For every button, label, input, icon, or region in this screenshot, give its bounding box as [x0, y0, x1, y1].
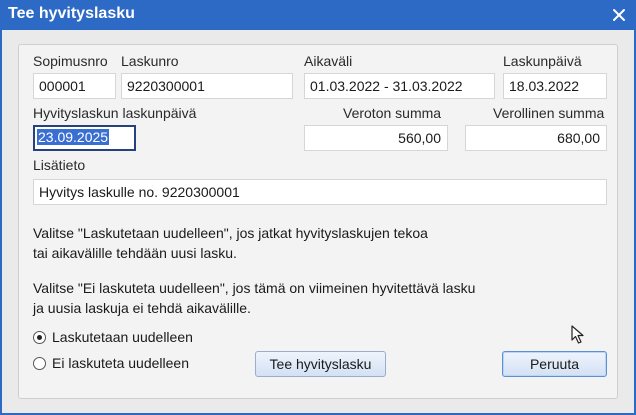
info-line-3: Valitse "Ei laskuteta uudelleen", jos tä…	[33, 280, 476, 296]
dialog-window: Tee hyvityslasku Sopimusnro Laskunro Aik…	[0, 0, 636, 415]
net-sum-field[interactable]: 560,00	[304, 125, 448, 151]
credit-invoice-date-field[interactable]: 23.09.2025	[33, 125, 136, 151]
gross-sum-label: Verollinen summa	[493, 105, 605, 121]
contract-label: Sopimusnro	[33, 53, 108, 69]
title-bar[interactable]: Tee hyvityslasku	[0, 0, 636, 30]
extra-info-label: Lisätieto	[33, 157, 86, 173]
dialog-body: Sopimusnro Laskunro Aikaväli Laskunpäivä…	[2, 30, 634, 413]
radio-no-rebill-label: Ei laskuteta uudelleen	[52, 355, 189, 371]
contract-field[interactable]: 000001	[33, 73, 116, 99]
invoice-date-field[interactable]: 18.03.2022	[503, 73, 607, 99]
info-line-1: Valitse "Laskutetaan uudelleen", jos jat…	[33, 225, 428, 241]
gross-sum-field[interactable]: 680,00	[465, 125, 607, 151]
info-line-4: ja uusia laskuja ei tehdä aikavälille.	[33, 300, 251, 316]
extra-info-field[interactable]: Hyvitys laskulle no. 9220300001	[33, 179, 607, 205]
radio-rebill-label: Laskutetaan uudelleen	[52, 329, 193, 345]
invoice-no-label: Laskunro	[121, 53, 179, 69]
selected-date-text: 23.09.2025	[37, 129, 110, 145]
radio-no-rebill-circle[interactable]	[33, 356, 46, 370]
invoice-no-field[interactable]: 9220300001	[121, 73, 293, 99]
close-icon[interactable]	[606, 2, 632, 28]
radio-rebill-circle[interactable]	[33, 330, 46, 344]
period-field[interactable]: 01.03.2022 - 31.03.2022	[304, 73, 495, 99]
create-credit-invoice-button[interactable]: Tee hyvityslasku	[255, 351, 386, 377]
info-line-2: tai aikavälille tehdään uusi lasku.	[33, 245, 237, 261]
form-panel: Sopimusnro Laskunro Aikaväli Laskunpäivä…	[18, 44, 618, 399]
mouse-pointer-icon	[571, 325, 585, 348]
radio-no-rebill[interactable]: Ei laskuteta uudelleen	[33, 355, 189, 371]
radio-rebill[interactable]: Laskutetaan uudelleen	[33, 329, 193, 345]
credit-invoice-date-label: Hyvityslaskun laskunpäivä	[33, 105, 197, 121]
period-label: Aikaväli	[304, 53, 353, 69]
cancel-button[interactable]: Peruuta	[502, 351, 607, 377]
dialog-title: Tee hyvityslasku	[8, 5, 135, 22]
invoice-date-label: Laskunpäivä	[503, 53, 582, 69]
net-sum-label: Veroton summa	[343, 105, 442, 121]
